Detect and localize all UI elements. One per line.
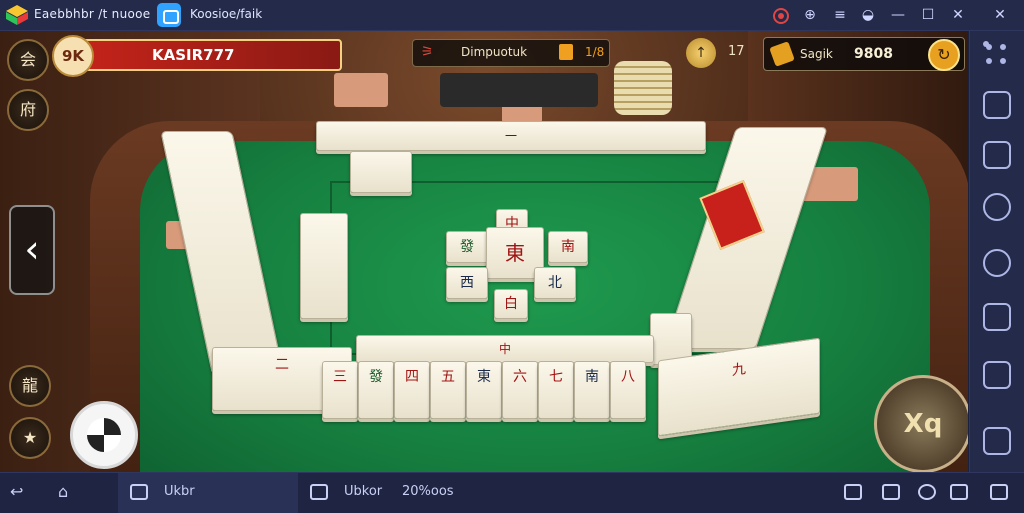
corner-action-button[interactable]: Xq	[874, 375, 968, 472]
hand-tile[interactable]: 三	[322, 361, 358, 419]
back-arrow-button[interactable]: ‹	[9, 205, 55, 295]
timer-icon[interactable]: ↑	[686, 38, 716, 68]
center-tile[interactable]: 西	[446, 267, 488, 299]
maximize-button[interactable]: ☐	[918, 5, 938, 25]
app-logo-icon	[6, 5, 28, 25]
discard-stack-left	[300, 213, 348, 319]
hand-tile[interactable]: 南	[574, 361, 610, 419]
coin-value: 9808	[854, 46, 893, 62]
menu-icon[interactable]: ≡	[830, 5, 850, 25]
settings-icon[interactable]	[983, 249, 1011, 277]
timer-value: 17	[728, 44, 745, 59]
taskbar-item-1[interactable]: Ukbr	[164, 484, 195, 499]
record-icon[interactable]	[770, 5, 790, 25]
taskbar-item-2-value: 20%oos	[402, 484, 454, 499]
media-icon[interactable]	[983, 361, 1011, 389]
tile-row: 一	[316, 121, 706, 151]
center-tile[interactable]: 白	[494, 289, 528, 319]
center-tile[interactable]: 北	[534, 267, 576, 299]
player-hand-top-left	[334, 73, 388, 107]
menu-button[interactable]: 会	[7, 39, 49, 81]
keymap-icon[interactable]	[983, 41, 1011, 69]
mode-bar: ⚞ Dimpuotuk 1/8	[412, 39, 610, 67]
center-tile[interactable]: 南	[548, 231, 588, 263]
app-title: Eaebbhbr /t nuooe	[34, 7, 151, 21]
screen-record-icon[interactable]	[310, 484, 328, 500]
home-icon[interactable]: ⌂	[58, 482, 68, 501]
back-icon[interactable]: ↩	[10, 482, 23, 501]
emulator-sidebar	[969, 31, 1024, 472]
screen-icon[interactable]	[983, 91, 1011, 119]
gamepad-icon[interactable]	[882, 484, 900, 500]
info-button[interactable]: 府	[7, 89, 49, 131]
hand-tile-row[interactable]: 中	[356, 335, 654, 363]
close-button[interactable]: ✕	[948, 5, 968, 25]
emulator-taskbar: ↩ ⌂ Ukbr Ubkor 20%oos	[0, 472, 1024, 513]
coin-balance-bar: Sagik 9808 ↻	[763, 37, 965, 71]
hand-tile[interactable]: 八	[610, 361, 646, 419]
game-viewport[interactable]: 一 中 發 東 南 西 北 白 二 中 三 發 四 五 東 六 七 南 八 九 …	[0, 31, 968, 472]
tab-title[interactable]: Koosioe/faik	[190, 7, 262, 21]
location-icon[interactable]: ◒	[858, 5, 878, 25]
taskbar-item-2[interactable]: Ubkor	[344, 484, 382, 499]
hand-tile[interactable]: 東	[466, 361, 502, 419]
hand-tile[interactable]: 七	[538, 361, 574, 419]
dragon-button[interactable]: 龍	[9, 365, 51, 407]
hand-tile[interactable]: 發	[358, 361, 394, 419]
sidebar-close-button[interactable]: ✕	[990, 5, 1010, 25]
star-button[interactable]: ★	[9, 417, 51, 459]
coin-label: Sagik	[800, 47, 833, 61]
player-name-bar: 9K KASIR777	[52, 35, 342, 77]
keyboard-icon[interactable]	[844, 484, 862, 500]
hand-tile[interactable]: 六	[502, 361, 538, 419]
mode-value: 1/8	[585, 45, 605, 59]
hand-tile[interactable]: 四	[394, 361, 430, 419]
fullscreen-icon[interactable]	[990, 484, 1008, 500]
sync-icon[interactable]	[983, 193, 1011, 221]
window-titlebar: Eaebbhbr /t nuooe Koosioe/faik ⊕ ≡ ◒ — ☐…	[0, 0, 1024, 31]
add-coins-button[interactable]: ↻	[928, 39, 960, 71]
location-icon[interactable]	[918, 484, 936, 500]
help-icon[interactable]: ⊕	[800, 5, 820, 25]
action-button[interactable]	[70, 401, 138, 469]
center-tile[interactable]: 發	[446, 231, 488, 263]
signal-icon: ⚞	[421, 44, 434, 60]
resize-icon[interactable]	[950, 484, 968, 500]
tile-rack-top	[440, 73, 598, 107]
discard-stack-top-left	[350, 151, 412, 193]
player-badge[interactable]: 9K	[52, 35, 94, 77]
rotate-icon[interactable]	[983, 141, 1011, 169]
lock-icon	[559, 44, 573, 60]
app-window-icon	[130, 484, 148, 500]
mode-label: Dimpuotuk	[461, 45, 528, 59]
app-tab-icon[interactable]	[157, 3, 181, 27]
player-name: KASIR777	[152, 46, 235, 64]
expand-icon[interactable]	[983, 427, 1011, 455]
minimize-button[interactable]: —	[888, 5, 908, 25]
screenshot-icon[interactable]	[983, 303, 1011, 331]
coin-icon	[769, 41, 795, 67]
chip-stack	[614, 61, 672, 115]
hand-tile[interactable]: 五	[430, 361, 466, 419]
